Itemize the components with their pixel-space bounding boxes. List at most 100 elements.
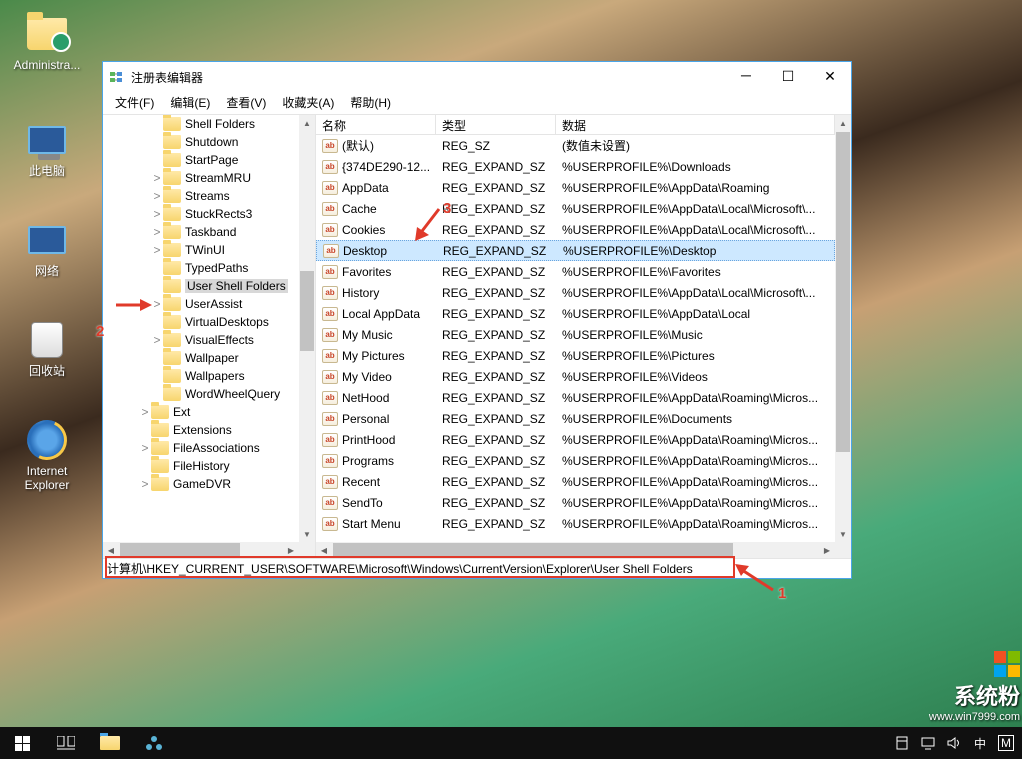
tree-item[interactable]: >TWinUI xyxy=(103,241,299,259)
list-row[interactable]: abAppDataREG_EXPAND_SZ%USERPROFILE%\AppD… xyxy=(316,177,835,198)
tree-item[interactable]: VirtualDesktops xyxy=(103,313,299,331)
tree-item[interactable]: >FileAssociations xyxy=(103,439,299,457)
expand-toggle[interactable]: > xyxy=(151,297,163,311)
folder-icon xyxy=(151,405,169,419)
value-data: (数值未设置) xyxy=(556,137,835,154)
tree-item[interactable]: Extensions xyxy=(103,421,299,439)
tree-item[interactable]: FileHistory xyxy=(103,457,299,475)
list-row[interactable]: abCookiesREG_EXPAND_SZ%USERPROFILE%\AppD… xyxy=(316,219,835,240)
tree-item[interactable]: User Shell Folders xyxy=(103,277,299,295)
tree-item[interactable]: >Taskband xyxy=(103,223,299,241)
string-value-icon: ab xyxy=(322,265,338,279)
tray-charm-icon[interactable] xyxy=(894,735,910,751)
menu-edit[interactable]: 编辑(E) xyxy=(162,92,218,113)
list-row[interactable]: abSendToREG_EXPAND_SZ%USERPROFILE%\AppDa… xyxy=(316,492,835,513)
string-value-icon: ab xyxy=(322,391,338,405)
desktop-icon-ie[interactable]: Internet Explorer xyxy=(12,420,82,492)
tree-item[interactable]: >UserAssist xyxy=(103,295,299,313)
tray-volume-icon[interactable] xyxy=(946,735,962,751)
tray-ime-lang[interactable]: 中 xyxy=(972,735,988,751)
tree-item-label: Wallpapers xyxy=(185,369,245,383)
menu-view[interactable]: 查看(V) xyxy=(218,92,274,113)
tree-item[interactable]: Wallpapers xyxy=(103,367,299,385)
tree-item[interactable]: >Streams xyxy=(103,187,299,205)
list-row[interactable]: abPrintHoodREG_EXPAND_SZ%USERPROFILE%\Ap… xyxy=(316,429,835,450)
folder-icon xyxy=(163,171,181,185)
col-type[interactable]: 类型 xyxy=(436,115,556,134)
value-name: Desktop xyxy=(343,244,387,258)
tree-item[interactable]: >GameDVR xyxy=(103,475,299,493)
list-row[interactable]: abMy PicturesREG_EXPAND_SZ%USERPROFILE%\… xyxy=(316,345,835,366)
expand-toggle[interactable]: > xyxy=(151,333,163,347)
list-row[interactable]: abHistoryREG_EXPAND_SZ%USERPROFILE%\AppD… xyxy=(316,282,835,303)
tree-scrollbar-h[interactable]: ◀▶ xyxy=(103,542,299,558)
tree-scrollbar-v[interactable]: ▲▼ xyxy=(299,115,315,542)
list-row[interactable]: abMy MusicREG_EXPAND_SZ%USERPROFILE%\Mus… xyxy=(316,324,835,345)
list-row[interactable]: abMy VideoREG_EXPAND_SZ%USERPROFILE%\Vid… xyxy=(316,366,835,387)
tree-item[interactable]: StartPage xyxy=(103,151,299,169)
string-value-icon: ab xyxy=(322,328,338,342)
start-button[interactable] xyxy=(0,727,44,759)
value-type: REG_EXPAND_SZ xyxy=(436,391,556,405)
value-name: (默认) xyxy=(342,137,374,154)
tree-item[interactable]: Wallpaper xyxy=(103,349,299,367)
tree-item[interactable]: Shutdown xyxy=(103,133,299,151)
taskbar-app[interactable] xyxy=(132,727,176,759)
string-value-icon: ab xyxy=(322,160,338,174)
minimize-button[interactable]: ─ xyxy=(725,63,767,91)
list-row[interactable]: abLocal AppDataREG_EXPAND_SZ%USERPROFILE… xyxy=(316,303,835,324)
tree-item[interactable]: > Ext xyxy=(103,403,299,421)
list-scrollbar-v[interactable]: ▲▼ xyxy=(835,115,851,542)
tree-item[interactable]: >StreamMRU xyxy=(103,169,299,187)
expand-toggle[interactable]: > xyxy=(139,405,151,419)
list-row[interactable]: ab(默认)REG_SZ(数值未设置) xyxy=(316,135,835,156)
list-scrollbar-h[interactable]: ◀▶ xyxy=(316,542,835,558)
desktop-icon-recycle-bin[interactable]: 回收站 xyxy=(12,320,82,378)
list-header: 名称 类型 数据 xyxy=(316,115,835,135)
desktop-icon-admin[interactable]: Administra... xyxy=(12,14,82,72)
expand-toggle[interactable]: > xyxy=(151,243,163,257)
menu-favorites[interactable]: 收藏夹(A) xyxy=(274,92,342,113)
list-row[interactable]: abRecentREG_EXPAND_SZ%USERPROFILE%\AppDa… xyxy=(316,471,835,492)
expand-toggle[interactable]: > xyxy=(139,441,151,455)
list-row[interactable]: abCacheREG_EXPAND_SZ%USERPROFILE%\AppDat… xyxy=(316,198,835,219)
list-row[interactable]: abProgramsREG_EXPAND_SZ%USERPROFILE%\App… xyxy=(316,450,835,471)
folder-icon xyxy=(163,153,181,167)
expand-toggle[interactable]: > xyxy=(139,477,151,491)
col-name[interactable]: 名称 xyxy=(316,115,436,134)
menu-file[interactable]: 文件(F) xyxy=(107,92,162,113)
maximize-button[interactable]: ☐ xyxy=(767,63,809,91)
task-view-button[interactable] xyxy=(44,727,88,759)
expand-toggle[interactable]: > xyxy=(151,171,163,185)
value-data: %USERPROFILE%\AppData\Roaming\Micros... xyxy=(556,454,835,468)
tree-item[interactable]: >VisualEffects xyxy=(103,331,299,349)
close-button[interactable]: ✕ xyxy=(809,63,851,91)
list-row[interactable]: abStart MenuREG_EXPAND_SZ%USERPROFILE%\A… xyxy=(316,513,835,534)
desktop-icon-this-pc[interactable]: 此电脑 xyxy=(12,120,82,178)
taskbar-file-explorer[interactable] xyxy=(88,727,132,759)
menu-help[interactable]: 帮助(H) xyxy=(342,92,399,113)
desktop-icon-network[interactable]: 网络 xyxy=(12,220,82,278)
value-type: REG_EXPAND_SZ xyxy=(436,454,556,468)
list-row[interactable]: abDesktopREG_EXPAND_SZ%USERPROFILE%\Desk… xyxy=(316,240,835,261)
tree-item-label: Ext xyxy=(173,405,190,419)
tree-item[interactable]: WordWheelQuery xyxy=(103,385,299,403)
tray-ime-mode[interactable]: M xyxy=(998,735,1014,751)
tree-item[interactable]: Shell Folders xyxy=(103,115,299,133)
list-row[interactable]: abPersonalREG_EXPAND_SZ%USERPROFILE%\Doc… xyxy=(316,408,835,429)
expand-toggle[interactable]: > xyxy=(151,207,163,221)
statusbar-path: 计算机\HKEY_CURRENT_USER\SOFTWARE\Microsoft… xyxy=(107,560,693,577)
list-row[interactable]: ab{374DE290-12...REG_EXPAND_SZ%USERPROFI… xyxy=(316,156,835,177)
tray-network-icon[interactable] xyxy=(920,735,936,751)
list-row[interactable]: abFavoritesREG_EXPAND_SZ%USERPROFILE%\Fa… xyxy=(316,261,835,282)
list-row[interactable]: abNetHoodREG_EXPAND_SZ%USERPROFILE%\AppD… xyxy=(316,387,835,408)
registry-values-list[interactable]: 名称 类型 数据 ab(默认)REG_SZ(数值未设置)ab{374DE290-… xyxy=(316,115,851,558)
value-name: My Music xyxy=(342,328,393,342)
titlebar[interactable]: 注册表编辑器 ─ ☐ ✕ xyxy=(103,62,851,92)
tree-item[interactable]: >StuckRects3 xyxy=(103,205,299,223)
expand-toggle[interactable]: > xyxy=(151,189,163,203)
tree-item[interactable]: TypedPaths xyxy=(103,259,299,277)
registry-tree[interactable]: Shell FoldersShutdownStartPage>StreamMRU… xyxy=(103,115,316,558)
expand-toggle[interactable]: > xyxy=(151,225,163,239)
col-data[interactable]: 数据 xyxy=(556,115,835,134)
